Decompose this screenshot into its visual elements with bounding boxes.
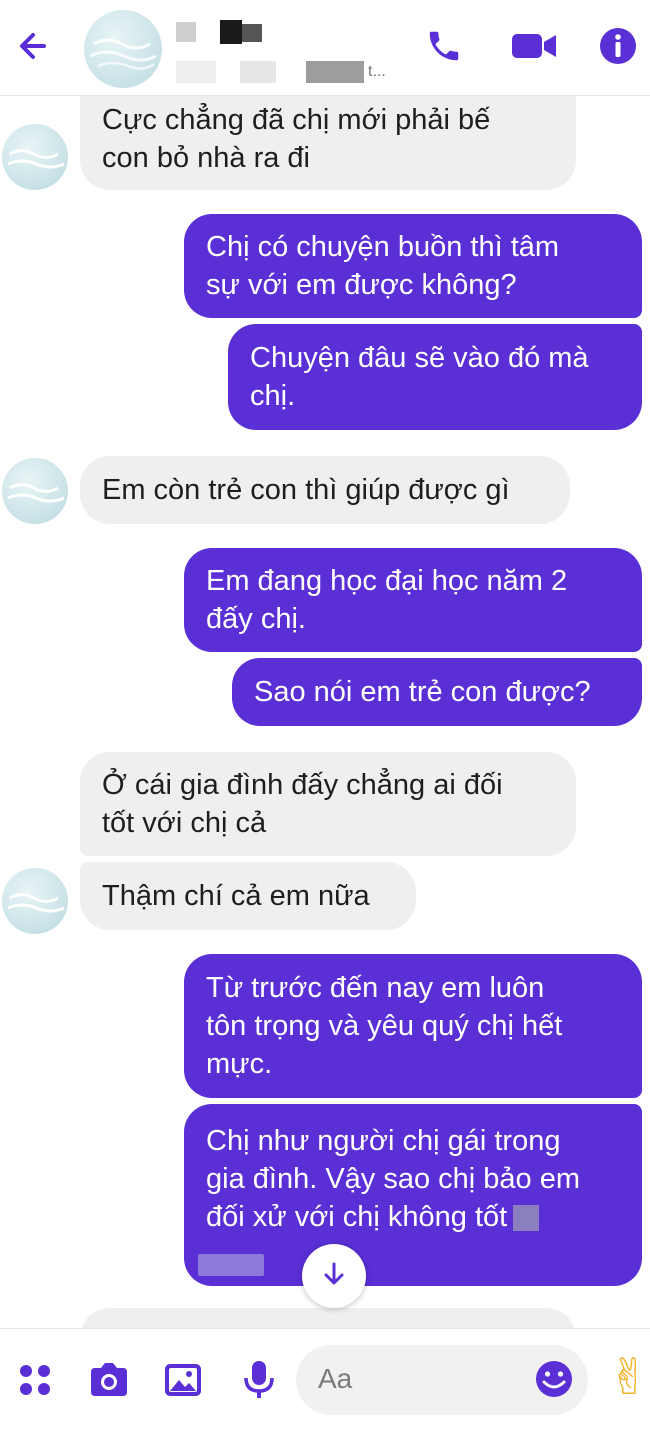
contact-status-redacted: t... <box>176 58 386 86</box>
message-line: con bỏ nhà ra đi <box>102 142 310 174</box>
message-line: mực. <box>206 1048 273 1080</box>
message-bubble-incoming[interactable] <box>80 1308 576 1328</box>
microphone-icon[interactable] <box>236 1357 282 1403</box>
message-line: chị. <box>250 380 296 412</box>
message-line: gia đình. Vậy sao chị bảo em <box>206 1163 581 1195</box>
message-bubble-incoming[interactable]: Thậm chí cả em nữa <box>80 862 416 930</box>
emoji-icon[interactable] <box>532 1357 576 1401</box>
hand-gesture-icon[interactable]: ✌ <box>608 1347 650 1407</box>
message-line: Thậm chí cả em nữa <box>102 880 370 912</box>
message-bubble-incoming[interactable]: Ở cái gia đình đấy chẳng ai đối tốt với … <box>80 752 576 856</box>
camera-icon[interactable] <box>86 1357 132 1403</box>
message-input-placeholder: Aa <box>318 1363 353 1394</box>
message-line: đấy chị. <box>206 603 306 635</box>
arrow-down-icon <box>320 1260 348 1293</box>
message-line: tốt với chị cả <box>102 807 267 839</box>
video-camera-icon[interactable] <box>510 26 558 66</box>
message-line: Em còn trẻ con thì giúp được gì <box>102 474 510 506</box>
contact-avatar[interactable] <box>84 10 162 88</box>
message-line: Ở cái gia đình đấy chẳng ai đối <box>102 769 503 801</box>
message-bubble-incoming[interactable]: Cực chẳng đã chị mới phải bế con bỏ nhà … <box>80 96 576 190</box>
message-text: Chị có chuyện buồn thì tâm sự với em đượ… <box>206 228 559 304</box>
message-line: đối xử với chị không tốt <box>206 1201 508 1233</box>
message-line: Em đang học đại học năm 2 <box>206 565 568 597</box>
message-line: tôn trọng và yêu quý chị hết <box>206 1010 563 1042</box>
message-bubble-outgoing[interactable]: Chuyện đâu sẽ vào đó mà chị. <box>228 324 642 430</box>
message-line: Chuyện đâu sẽ vào đó mà <box>250 342 589 374</box>
message-text: Từ trước đến nay em luôn tôn trọng và yê… <box>206 969 562 1083</box>
message-list[interactable]: Cực chẳng đã chị mới phải bế con bỏ nhà … <box>0 96 650 1328</box>
message-text: Chuyện đâu sẽ vào đó mà chị. <box>250 339 589 415</box>
info-icon[interactable] <box>598 26 638 66</box>
status-suffix: t... <box>368 63 386 80</box>
contact-name-redacted <box>176 20 272 46</box>
message-bubble-outgoing[interactable]: Từ trước đến nay em luôn tôn trọng và yê… <box>184 954 642 1098</box>
message-line: Sao nói em trẻ con được? <box>254 676 591 708</box>
image-icon[interactable] <box>160 1357 206 1403</box>
sender-avatar[interactable] <box>2 868 68 934</box>
apps-dots-icon[interactable] <box>12 1357 58 1403</box>
message-input[interactable]: Aa <box>296 1345 588 1415</box>
sender-avatar[interactable] <box>2 458 68 524</box>
message-bubble-outgoing[interactable]: Chị có chuyện buồn thì tâm sự với em đượ… <box>184 214 642 318</box>
sender-avatar[interactable] <box>2 124 68 190</box>
redacted-text <box>198 1254 264 1276</box>
message-line: Cực chẳng đã chị mới phải bế <box>102 104 491 136</box>
message-bubble-outgoing[interactable]: Sao nói em trẻ con được? <box>232 658 642 726</box>
message-text: Cực chẳng đã chị mới phải bế con bỏ nhà … <box>102 101 490 177</box>
message-text: Ở cái gia đình đấy chẳng ai đối tốt với … <box>102 766 503 842</box>
chat-header: t... <box>0 0 650 96</box>
back-arrow-icon[interactable] <box>14 26 54 66</box>
message-bubble-outgoing[interactable]: Em đang học đại học năm 2 đấy chị. <box>184 548 642 652</box>
message-text: Chị như người chị gái trong gia đình. Vậ… <box>206 1122 580 1236</box>
message-bubble-incoming[interactable]: Em còn trẻ con thì giúp được gì <box>80 456 570 524</box>
message-line: Chị có chuyện buồn thì tâm <box>206 231 560 263</box>
phone-icon[interactable] <box>424 26 464 66</box>
message-line: sự với em được không? <box>206 269 517 301</box>
message-line: Chị như người chị gái trong <box>206 1125 561 1157</box>
message-text: Em đang học đại học năm 2 đấy chị. <box>206 562 567 638</box>
message-composer: Aa ✌ <box>0 1328 650 1444</box>
message-line: Từ trước đến nay em luôn <box>206 972 545 1004</box>
redacted-text <box>513 1205 540 1232</box>
scroll-to-bottom-button[interactable] <box>302 1244 366 1308</box>
